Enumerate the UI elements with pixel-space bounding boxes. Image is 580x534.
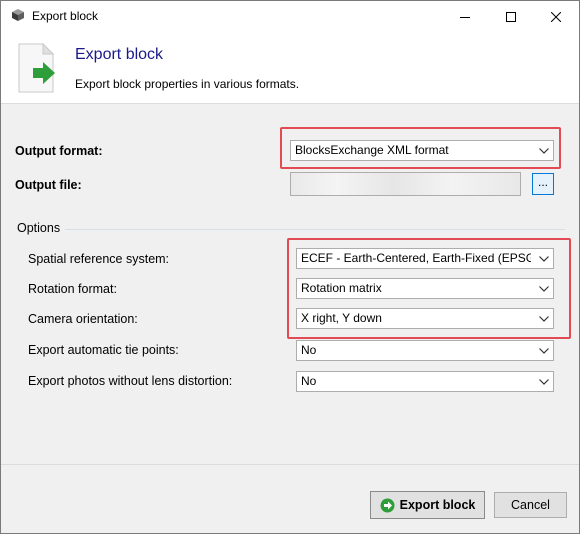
output-format-highlight: [280, 127, 561, 169]
photos-no-distortion-value: No: [301, 374, 317, 388]
cancel-button[interactable]: Cancel: [494, 492, 567, 518]
chevron-down-icon: [535, 372, 553, 391]
options-highlight: [287, 238, 571, 339]
export-block-button[interactable]: Export block: [370, 491, 485, 519]
photos-no-distortion-label: Export photos without lens distortion:: [28, 374, 233, 388]
tie-points-label: Export automatic tie points:: [28, 343, 179, 357]
cancel-button-label: Cancel: [511, 498, 550, 512]
output-file-label: Output file:: [15, 178, 82, 192]
title-bar[interactable]: Export block: [1, 1, 579, 32]
tie-points-value: No: [301, 343, 317, 357]
export-block-dialog: Export block Export block Export block p…: [0, 0, 580, 534]
header-title: Export block: [75, 46, 164, 63]
export-document-icon: [18, 42, 55, 93]
green-arrow-icon: [380, 498, 395, 512]
close-button[interactable]: [533, 1, 579, 32]
output-file-input[interactable]: [290, 172, 521, 196]
block-cube-icon: [12, 9, 24, 21]
browse-button[interactable]: ...: [532, 173, 554, 195]
maximize-button[interactable]: [488, 1, 534, 32]
minimize-icon: [460, 16, 470, 18]
spatial-reference-label: Spatial reference system:: [28, 252, 170, 266]
header-subtitle: Export block properties in various forma…: [75, 77, 300, 91]
close-icon: [551, 11, 561, 22]
options-group-legend: Options: [17, 221, 65, 235]
rotation-format-label: Rotation format:: [28, 282, 117, 296]
output-format-label: Output format:: [15, 144, 103, 158]
photos-no-distortion-dropdown[interactable]: No: [296, 371, 554, 392]
maximize-icon: [506, 11, 516, 22]
window-title: Export block: [32, 9, 99, 23]
camera-orientation-label: Camera orientation:: [28, 312, 138, 326]
minimize-button[interactable]: [442, 1, 488, 32]
options-group-line: [65, 229, 565, 230]
chevron-down-icon: [535, 341, 553, 360]
export-block-button-label: Export block: [399, 498, 476, 512]
tie-points-dropdown[interactable]: No: [296, 340, 554, 361]
dialog-header: Export block Export block properties in …: [1, 32, 579, 104]
footer-separator: [1, 464, 579, 465]
